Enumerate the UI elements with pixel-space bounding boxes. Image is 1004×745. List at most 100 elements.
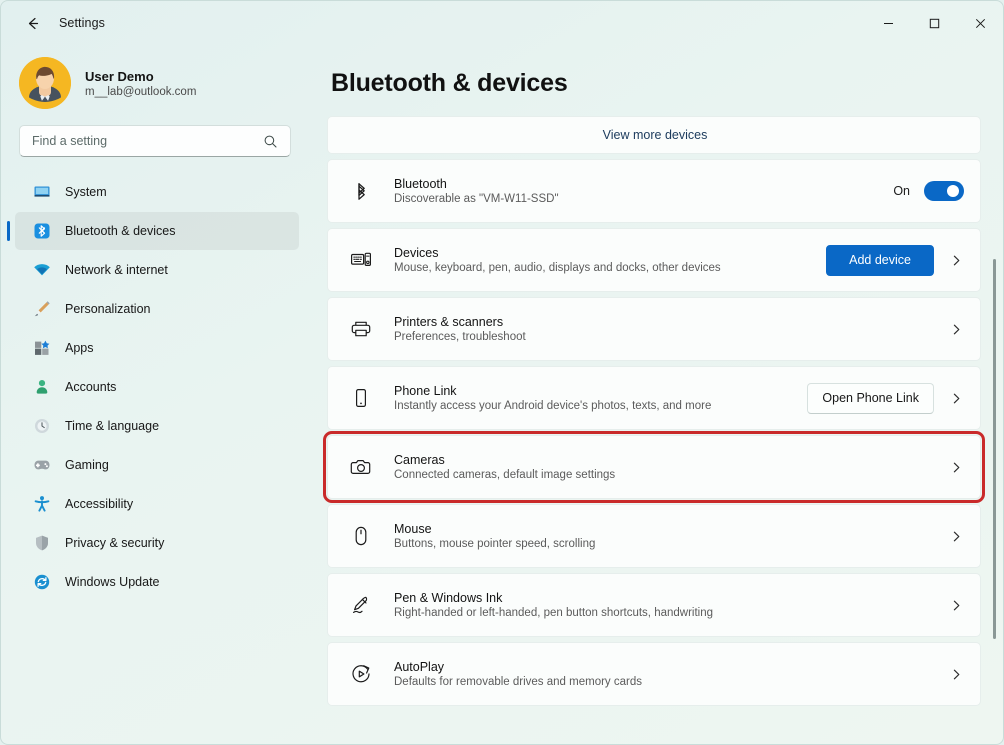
printers-scanners-card[interactable]: Printers & scanners Preferences, trouble… <box>327 297 981 361</box>
camera-icon <box>346 456 376 478</box>
sidebar-item-windows-update[interactable]: Windows Update <box>15 563 299 601</box>
card-title: Devices <box>394 246 816 260</box>
sidebar-item-personalization[interactable]: Personalization <box>15 290 299 328</box>
card-subtitle: Right-handed or left-handed, pen button … <box>394 607 938 619</box>
vertical-scrollbar[interactable] <box>990 49 1000 740</box>
card-title: Printers & scanners <box>394 315 938 329</box>
mouse-card[interactable]: Mouse Buttons, mouse pointer speed, scro… <box>327 504 981 568</box>
chevron-right-icon[interactable] <box>948 530 964 543</box>
paintbrush-icon <box>33 300 51 318</box>
maximize-icon <box>929 18 940 29</box>
card-title: Mouse <box>394 522 938 536</box>
bluetooth-icon <box>346 181 376 202</box>
close-button[interactable] <box>957 1 1003 45</box>
sidebar-item-label: Accounts <box>65 380 116 394</box>
card-text: AutoPlay Defaults for removable drives a… <box>394 660 938 688</box>
sidebar-item-accounts[interactable]: Accounts <box>15 368 299 406</box>
gamepad-icon <box>33 456 51 474</box>
chevron-right-icon[interactable] <box>948 254 964 267</box>
card-subtitle: Buttons, mouse pointer speed, scrolling <box>394 538 938 550</box>
card-text: Printers & scanners Preferences, trouble… <box>394 315 938 343</box>
back-arrow-icon <box>24 15 41 32</box>
chevron-right-icon[interactable] <box>948 323 964 336</box>
search-input[interactable] <box>20 134 263 148</box>
window-controls <box>865 1 1003 45</box>
sidebar-item-apps[interactable]: Apps <box>15 329 299 367</box>
shield-icon <box>33 534 51 552</box>
sidebar-item-label: Personalization <box>65 302 150 316</box>
chevron-right-icon[interactable] <box>948 668 964 681</box>
search-box[interactable] <box>19 125 291 157</box>
close-icon <box>975 18 986 29</box>
sidebar-item-system[interactable]: System <box>15 173 299 211</box>
chevron-right-icon[interactable] <box>948 392 964 405</box>
account-text: User Demo m__lab@outlook.com <box>85 69 196 98</box>
card-actions: Open Phone Link <box>807 383 964 414</box>
devices-card[interactable]: Devices Mouse, keyboard, pen, audio, dis… <box>327 228 981 292</box>
card-actions: On <box>893 181 964 201</box>
account-email: m__lab@outlook.com <box>85 86 196 98</box>
cameras-card[interactable]: Cameras Connected cameras, default image… <box>327 435 981 499</box>
toggle-knob <box>947 185 959 197</box>
card-subtitle: Defaults for removable drives and memory… <box>394 676 938 688</box>
add-device-button[interactable]: Add device <box>826 245 934 276</box>
card-title: AutoPlay <box>394 660 938 674</box>
clock-icon <box>33 417 51 435</box>
sidebar-item-privacy-security[interactable]: Privacy & security <box>15 524 299 562</box>
sidebar-item-label: Windows Update <box>65 575 160 589</box>
card-subtitle: Instantly access your Android device's p… <box>394 400 797 412</box>
settings-card-list: View more devices Bluetooth Discoverable… <box>327 116 981 706</box>
pen-windows-ink-card[interactable]: Pen & Windows Ink Right-handed or left-h… <box>327 573 981 637</box>
titlebar: Settings <box>1 1 1003 45</box>
bluetooth-icon <box>33 222 51 240</box>
card-title: Phone Link <box>394 384 797 398</box>
card-title: Pen & Windows Ink <box>394 591 938 605</box>
card-actions <box>948 599 964 612</box>
card-actions <box>948 323 964 336</box>
update-icon <box>33 573 51 591</box>
card-text: Pen & Windows Ink Right-handed or left-h… <box>394 591 938 619</box>
person-icon <box>33 378 51 396</box>
view-more-devices-label: View more devices <box>603 128 708 142</box>
autoplay-card[interactable]: AutoPlay Defaults for removable drives a… <box>327 642 981 706</box>
main-content: Bluetooth & devices View more devices Bl… <box>309 45 1003 744</box>
bluetooth-card[interactable]: Bluetooth Discoverable as "VM-W11-SSD" O… <box>327 159 981 223</box>
account-name: User Demo <box>85 69 196 84</box>
avatar <box>19 57 71 109</box>
minimize-button[interactable] <box>865 1 911 45</box>
sidebar-item-network-internet[interactable]: Network & internet <box>15 251 299 289</box>
view-more-devices-card[interactable]: View more devices <box>327 116 981 154</box>
chevron-right-icon[interactable] <box>948 599 964 612</box>
phone-link-card[interactable]: Phone Link Instantly access your Android… <box>327 366 981 430</box>
wifi-icon <box>33 261 51 279</box>
app-title: Settings <box>59 16 105 30</box>
sidebar-item-time-language[interactable]: Time & language <box>15 407 299 445</box>
sidebar-item-accessibility[interactable]: Accessibility <box>15 485 299 523</box>
scrollbar-thumb[interactable] <box>993 259 996 639</box>
pen-icon <box>346 594 376 616</box>
sidebar-item-label: Privacy & security <box>65 536 164 550</box>
mouse-icon <box>346 525 376 547</box>
back-button[interactable] <box>15 8 49 38</box>
chevron-right-icon[interactable] <box>948 461 964 474</box>
sidebar-item-label: Time & language <box>65 419 159 433</box>
account-tile[interactable]: User Demo m__lab@outlook.com <box>15 45 299 117</box>
sidebar-item-label: System <box>65 185 107 199</box>
search-icon <box>263 134 290 149</box>
sidebar-item-gaming[interactable]: Gaming <box>15 446 299 484</box>
open-phone-link-button[interactable]: Open Phone Link <box>807 383 934 414</box>
phone-icon <box>346 387 376 409</box>
card-subtitle: Preferences, troubleshoot <box>394 331 938 343</box>
card-actions <box>948 461 964 474</box>
avatar-illustration <box>19 57 71 109</box>
card-text: Phone Link Instantly access your Android… <box>394 384 797 412</box>
sidebar-nav: System Bluetooth & devices <box>15 173 299 601</box>
devices-icon <box>346 249 376 271</box>
accessibility-icon <box>33 495 51 513</box>
sidebar: User Demo m__lab@outlook.com <box>1 45 309 744</box>
bluetooth-toggle[interactable] <box>924 181 964 201</box>
maximize-button[interactable] <box>911 1 957 45</box>
sidebar-item-label: Bluetooth & devices <box>65 224 176 238</box>
sidebar-item-label: Gaming <box>65 458 109 472</box>
sidebar-item-bluetooth-devices[interactable]: Bluetooth & devices <box>15 212 299 250</box>
